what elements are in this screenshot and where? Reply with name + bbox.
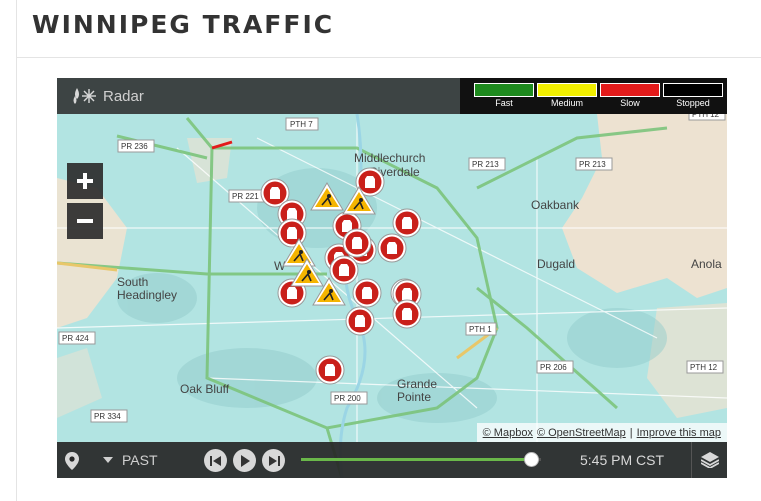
route-shield: PR 213 (468, 157, 506, 171)
improve-map-link[interactable]: Improve this map (637, 427, 721, 439)
chevron-down-icon (103, 457, 113, 463)
svg-text:PR 213: PR 213 (472, 160, 499, 169)
time-mode-dropdown[interactable]: PAST (103, 442, 158, 478)
svg-text:PR 236: PR 236 (121, 142, 148, 151)
title-divider (17, 57, 761, 58)
left-divider (16, 0, 17, 501)
road-closure-icon[interactable] (342, 228, 372, 258)
map-canvas[interactable]: PTH 7 PR 236 PR 213 PR 213 PTH 12 PR 221… (57, 78, 727, 478)
road-closure-icon[interactable] (329, 255, 359, 285)
place-label: Dugald (537, 257, 575, 271)
map-pin-icon (65, 452, 79, 470)
route-shield: PR 334 (90, 409, 128, 423)
play-icon (240, 454, 250, 467)
route-shield: PR 221 (228, 189, 266, 203)
legend-swatch (537, 83, 597, 97)
zoom-in-button[interactable] (67, 163, 103, 199)
layers-icon (700, 452, 719, 468)
route-shield: PTH 7 (285, 117, 319, 131)
skip-back-icon (209, 455, 221, 466)
skip-forward-button[interactable] (262, 449, 285, 472)
location-button[interactable] (65, 452, 79, 475)
legend-label: Slow (620, 98, 640, 108)
legend-medium: Medium (537, 83, 597, 109)
legend-label: Medium (550, 98, 583, 108)
road-closure-icon[interactable] (352, 278, 382, 308)
svg-text:PTH 7: PTH 7 (290, 120, 313, 129)
legend-slow: Slow (600, 83, 660, 109)
svg-text:PR 206: PR 206 (540, 363, 567, 372)
route-shield: PTH 1 (465, 322, 497, 336)
attribution-separator: | (629, 426, 633, 439)
page-title: WINNIPEG TRAFFIC (32, 10, 335, 39)
legend-stopped: Stopped (663, 83, 723, 109)
place-label: Oak Bluff (180, 382, 230, 396)
road-closure-icon[interactable] (377, 233, 407, 263)
svg-text:PR 334: PR 334 (94, 412, 121, 421)
place-label: Middlechurch (354, 151, 425, 165)
road-closure-icon[interactable] (392, 208, 422, 238)
legend-fast: Fast (474, 83, 534, 109)
map-attribution: © Mapbox © OpenStreetMap | Improve this … (476, 423, 727, 442)
svg-text:PR 213: PR 213 (579, 160, 606, 169)
radar-icon (73, 88, 96, 104)
zoom-out-button[interactable] (67, 203, 103, 239)
legend-label: Stopped (676, 98, 710, 108)
legend-swatch (474, 83, 534, 97)
current-time: 5:45 PM CST (579, 452, 665, 468)
minus-icon (77, 219, 93, 223)
mapbox-link[interactable]: © Mapbox (483, 427, 533, 439)
traffic-map-widget: PTH 7 PR 236 PR 213 PR 213 PTH 12 PR 221… (57, 78, 727, 478)
place-label: Anola (691, 257, 722, 271)
openstreetmap-link[interactable]: © OpenStreetMap (537, 427, 626, 439)
road-closure-icon[interactable] (315, 355, 345, 385)
plus-icon (77, 173, 93, 189)
route-shield: PR 206 (536, 360, 574, 374)
timeline-slider[interactable] (301, 458, 541, 461)
legend-label: Fast (495, 98, 513, 108)
svg-text:PR 200: PR 200 (334, 394, 361, 403)
radar-label: Radar (103, 87, 144, 105)
route-shield: PTH 12 (686, 360, 724, 374)
skip-forward-icon (268, 455, 280, 466)
play-button[interactable] (233, 449, 256, 472)
place-label: Oakbank (531, 198, 580, 212)
radar-toolbar: Radar Fast Medium Slow Stopped (57, 78, 727, 114)
playback-bar: PAST 5:45 PM CST (57, 442, 727, 478)
route-shield: PR 236 (117, 139, 155, 153)
layers-button[interactable] (691, 442, 727, 478)
svg-text:PR 221: PR 221 (232, 192, 259, 201)
radar-toggle[interactable]: Radar (71, 86, 144, 106)
time-mode-label: PAST (122, 452, 158, 468)
legend-swatch (663, 83, 723, 97)
road-closure-icon[interactable] (392, 299, 422, 329)
route-shield: PR 213 (575, 157, 613, 171)
timeline-handle[interactable] (524, 452, 540, 467)
timeline-progress (301, 458, 532, 461)
route-shield: PR 424 (58, 331, 96, 345)
svg-text:PTH 12: PTH 12 (690, 363, 718, 372)
skip-back-button[interactable] (204, 449, 227, 472)
road-closure-icon[interactable] (345, 306, 375, 336)
traffic-legend: Fast Medium Slow Stopped (460, 78, 727, 114)
svg-text:PTH 1: PTH 1 (469, 325, 492, 334)
legend-swatch (600, 83, 660, 97)
route-shield: PR 200 (330, 391, 368, 405)
svg-text:PR 424: PR 424 (62, 334, 89, 343)
